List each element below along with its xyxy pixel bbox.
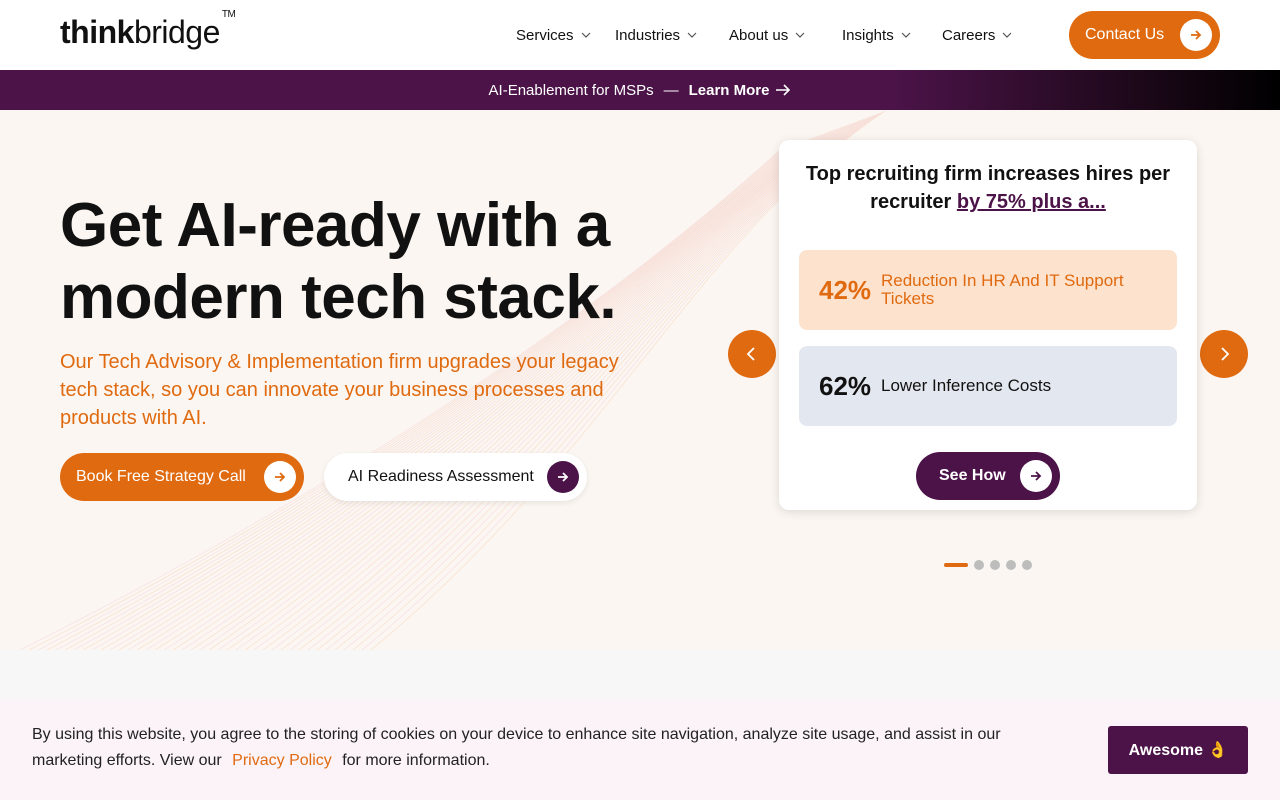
chevron-right-icon: [1221, 347, 1230, 361]
nav-label: Careers: [942, 26, 996, 44]
nav-label: Industries: [615, 26, 681, 44]
carousel-dot[interactable]: [1022, 560, 1032, 570]
hero-title: Get AI-ready with a modern tech stack.: [60, 190, 700, 334]
nav-label: About us: [729, 26, 789, 44]
next-section: [0, 650, 1280, 700]
arrow-right-icon: [776, 84, 791, 96]
chevron-down-icon: [687, 32, 697, 38]
case-study-card: Top recruiting firm increases hires per …: [779, 140, 1197, 510]
carousel-next-button[interactable]: [1200, 330, 1248, 378]
carousel-dots: [944, 560, 1038, 570]
stat-value: 62%: [819, 370, 872, 401]
site-header: thinkbridge TM Services Industries About …: [0, 0, 1280, 70]
stat-label: Reduction In HR And IT Support Tickets: [881, 271, 1124, 308]
stat-label: Lower Inference Costs: [881, 376, 1052, 395]
stat-box: 62% Lower Inference Costs: [799, 346, 1177, 426]
arrow-right-icon: [547, 461, 579, 493]
main-nav: Services Industries About us Insights Ca…: [500, 0, 1032, 70]
case-study-title: Top recruiting firm increases hires per …: [799, 160, 1177, 216]
banner-dash: —: [663, 81, 679, 99]
thinkbridge-logo[interactable]: thinkbridge TM: [60, 9, 236, 51]
arrow-right-icon: [1180, 19, 1212, 51]
see-how-label: See How: [939, 467, 1006, 484]
nav-industries[interactable]: Industries: [615, 27, 729, 44]
cookie-text-end: for more information.: [342, 752, 490, 769]
cookie-text: By using this website, you agree to the …: [32, 722, 1032, 774]
chevron-down-icon: [795, 32, 805, 38]
privacy-policy-link[interactable]: Privacy Policy: [232, 752, 332, 769]
logo-text-light: bridge: [133, 14, 220, 50]
logo-text-bold: think: [60, 14, 134, 50]
contact-us-button[interactable]: Contact Us: [1069, 11, 1220, 59]
ai-readiness-assessment-button[interactable]: AI Readiness Assessment: [324, 453, 587, 501]
contact-us-label: Contact Us: [1085, 26, 1165, 43]
see-how-button[interactable]: See How: [916, 452, 1060, 500]
nav-label: Services: [516, 26, 574, 44]
carousel-dot[interactable]: [944, 563, 968, 567]
hero-title-line2: modern tech stack.: [60, 263, 617, 332]
cookie-consent-bar: By using this website, you agree to the …: [0, 700, 1280, 800]
logo-trademark: TM: [221, 9, 236, 21]
nav-label: Insights: [842, 26, 894, 44]
book-strategy-call-label: Book Free Strategy Call: [76, 468, 246, 485]
nav-services[interactable]: Services: [516, 27, 615, 44]
nav-insights[interactable]: Insights: [842, 27, 942, 44]
case-study-title-link[interactable]: by 75% plus a...: [957, 191, 1106, 213]
accept-cookies-button[interactable]: Awesome 👌: [1108, 726, 1248, 774]
chevron-left-icon: [746, 347, 755, 361]
ai-readiness-label: AI Readiness Assessment: [348, 468, 534, 485]
nav-careers[interactable]: Careers: [942, 27, 1032, 44]
announcement-banner: AI-Enablement for MSPs — Learn More: [0, 70, 1280, 110]
cookie-text-main: By using this website, you agree to the …: [32, 726, 1001, 769]
arrow-right-icon: [1020, 460, 1052, 492]
carousel-dot[interactable]: [990, 560, 1000, 570]
chevron-down-icon: [1002, 32, 1012, 38]
banner-text: AI-Enablement for MSPs: [488, 81, 654, 99]
carousel-dot[interactable]: [1006, 560, 1016, 570]
learn-more-link[interactable]: Learn More: [689, 82, 792, 99]
learn-more-label: Learn More: [688, 81, 770, 99]
carousel-dot[interactable]: [974, 560, 984, 570]
carousel-prev-button[interactable]: [728, 330, 776, 378]
hero-section: Get AI-ready with a modern tech stack. O…: [0, 110, 1280, 650]
chevron-down-icon: [581, 32, 590, 38]
hero-title-line1: Get AI-ready with a: [60, 191, 610, 260]
chevron-down-icon: [901, 32, 911, 38]
hero-subtitle: Our Tech Advisory & Implementation firm …: [60, 351, 619, 429]
arrow-right-icon: [264, 461, 296, 493]
stat-value: 42%: [819, 274, 872, 305]
nav-about-us[interactable]: About us: [729, 27, 842, 44]
book-strategy-call-button[interactable]: Book Free Strategy Call: [60, 453, 304, 501]
stat-box: 42% Reduction In HR And IT Support Ticke…: [799, 250, 1177, 330]
